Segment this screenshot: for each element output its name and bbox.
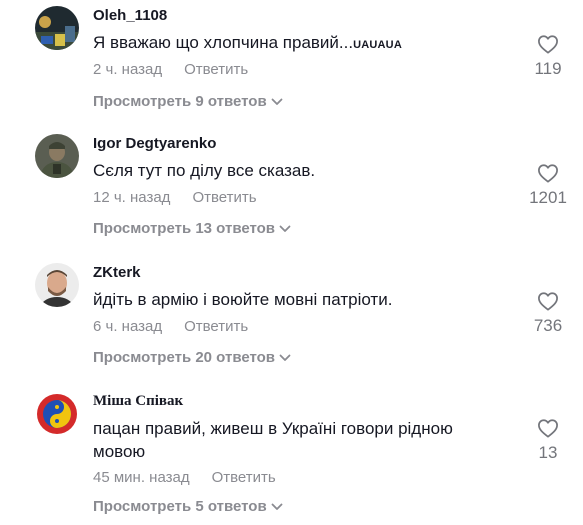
comment-text: Сєля тут по ділу все сказав. [93,161,316,180]
like-count: 119 [534,59,562,78]
comment-username[interactable]: Міша Співак [93,393,183,410]
like-count: 736 [533,316,563,335]
like-count: 13 [538,443,558,462]
view-replies-button[interactable]: Просмотреть 5 ответов [93,498,283,515]
heart-outline-icon [538,419,558,438]
avatar[interactable] [35,263,79,307]
comment-text: Я вважаю що хлопчина правий...UAUAUA [93,33,402,52]
like-count: 1201 [529,188,567,207]
comment-meta: 6 ч. назад Ответить [93,318,248,335]
avatar-photo-image [35,263,79,307]
comment-meta: 45 мин. назад Ответить [93,469,276,486]
avatar[interactable] [35,392,79,436]
reply-button[interactable]: Ответить [184,61,248,78]
comment-text-suffix: UAUAUA [353,39,402,51]
view-replies-label: Просмотреть 5 ответов [93,498,267,515]
heart-outline-icon [538,35,558,54]
view-replies-button[interactable]: Просмотреть 20 ответов [93,349,291,366]
view-replies-label: Просмотреть 9 ответов [93,93,267,110]
like-button[interactable]: 13 [528,418,568,463]
comment-time: 6 ч. назад [93,318,163,335]
comment-text: йдіть в армію і воюйте мовні патріоти. [93,290,393,309]
comment-username[interactable]: Oleh_1108 [93,7,167,24]
heart-outline-icon [538,164,558,183]
avatar-yin-yang-logo [35,392,79,436]
avatar-photo-image [35,6,79,50]
chevron-down-icon [279,354,291,361]
reply-button[interactable]: Ответить [184,318,248,335]
comment-time: 2 ч. назад [93,61,163,78]
comment-time: 12 ч. назад [93,189,171,206]
comment-meta: 2 ч. назад Ответить [93,61,248,78]
like-button[interactable]: 119 [528,34,568,79]
like-button[interactable]: 736 [528,291,568,336]
view-replies-label: Просмотреть 20 ответов [93,349,276,366]
comment-text: пацан правий, живеш в Україні говори рід… [93,419,453,461]
view-replies-button[interactable]: Просмотреть 13 ответов [93,220,291,237]
comment-username[interactable]: ZKterk [93,264,141,281]
avatar[interactable] [35,134,79,178]
reply-button[interactable]: Ответить [192,189,256,206]
comment-username[interactable]: Igor Degtyarenko [93,135,216,152]
avatar-photo-image [35,134,79,178]
view-replies-label: Просмотреть 13 ответов [93,220,276,237]
chevron-down-icon [271,98,283,105]
reply-button[interactable]: Ответить [212,469,276,486]
comment-time: 45 мин. назад [93,469,190,486]
chevron-down-icon [279,225,291,232]
heart-outline-icon [538,292,558,311]
view-replies-button[interactable]: Просмотреть 9 ответов [93,93,283,110]
comment-meta: 12 ч. назад Ответить [93,189,257,206]
avatar[interactable] [35,6,79,50]
chevron-down-icon [271,503,283,510]
like-button[interactable]: 1201 [528,163,568,208]
